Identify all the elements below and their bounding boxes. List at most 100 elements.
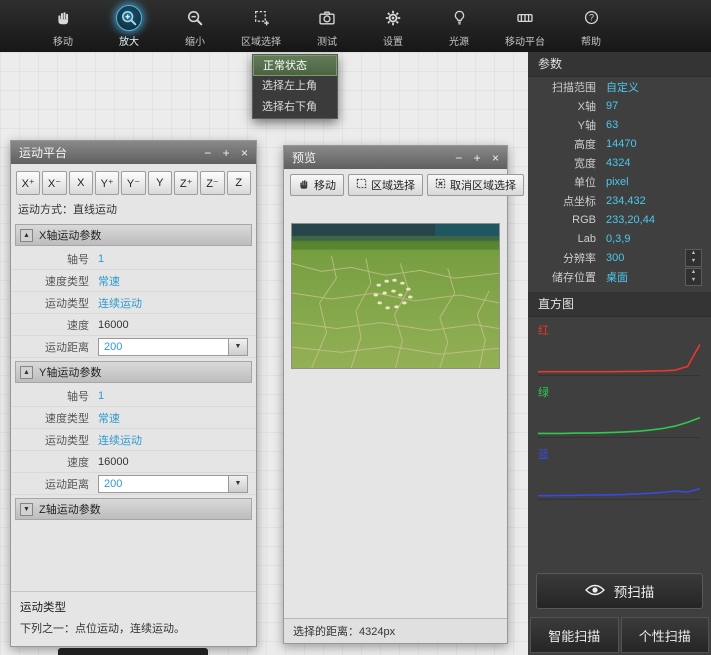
combo-value[interactable]: 200 [98,475,229,493]
z-button[interactable]: Z [227,171,251,195]
tool-moving-platform[interactable]: 移动平台 [492,5,558,48]
row-label: 轴号 [19,251,89,267]
x-axis-section-header[interactable]: ▲ X轴运动参数 [15,224,252,246]
x-motion-type-row: 运动类型 连续运动 [11,292,256,314]
preview-image[interactable] [291,223,500,369]
y-plus-button[interactable]: Y⁺ [95,171,119,195]
width-row: 宽度 4324 [528,153,711,172]
y-button[interactable]: Y [148,171,172,195]
svg-text:?: ? [588,12,593,22]
close-button[interactable]: × [241,146,248,160]
step-up-icon[interactable]: ▲ [686,269,701,277]
x-minus-button[interactable]: X⁻ [42,171,66,195]
tool-settings-label: 设置 [383,33,403,48]
tool-zoom-in-label: 放大 [119,33,139,48]
row-value: 自定义 [606,79,705,95]
tool-zoom-in[interactable]: 放大 [96,5,162,48]
z-minus-button[interactable]: Z⁻ [200,171,224,195]
x-speed-type-row: 速度类型 常速 [11,270,256,292]
z-axis-section-header[interactable]: ▼ Z轴运动参数 [15,498,252,520]
platform-icon [512,5,538,31]
row-label: 储存位置 [534,269,596,285]
green-histogram-plot [538,403,700,438]
tool-region-select-label: 区域选择 [241,33,281,48]
collapse-icon: ▲ [20,229,33,242]
step-down-icon[interactable]: ▼ [686,258,701,266]
menu-item-normal-state[interactable]: 正常状态 [253,55,337,76]
step-up-icon[interactable]: ▲ [686,250,701,258]
point-coord-row: 点坐标 234,432 [528,191,711,210]
chevron-down-icon[interactable]: ▼ [229,475,248,493]
resolution-row: 分辨率 300 ▲ ▼ [528,248,711,267]
row-value: 0,3,9 [606,233,705,245]
x-distance-combobox[interactable]: 200 ▼ [98,338,248,356]
background-window-edge [58,648,208,655]
x-button[interactable]: X [69,171,93,195]
menu-item-select-bottom-right[interactable]: 选择右下角 [253,97,337,118]
tool-light-source-label: 光源 [449,33,469,48]
lab-row: Lab 0,3,9 [528,229,711,248]
scan-range-row: 扫描范围 自定义 [528,77,711,96]
z-plus-button[interactable]: Z⁺ [174,171,198,195]
minimize-button[interactable]: − [204,146,211,160]
preview-move-button[interactable]: 移动 [290,174,344,196]
y-axis-section-title: Y轴运动参数 [39,364,101,380]
step-down-icon[interactable]: ▼ [686,277,701,285]
row-value: 14470 [606,138,705,150]
row-value: 4324 [606,157,705,169]
row-value: 63 [606,119,705,131]
smart-scan-button[interactable]: 智能扫描 [530,617,619,653]
x-plus-button[interactable]: X⁺ [16,171,40,195]
histogram-red-channel: 红 [528,317,711,379]
resolution-stepper[interactable]: ▲ ▼ [685,249,702,267]
minimize-button[interactable]: − [455,151,462,165]
prescan-area: 预扫描 [528,565,711,617]
chevron-down-icon[interactable]: ▼ [229,338,248,356]
tool-zoom-out-label: 缩小 [185,33,205,48]
tool-move[interactable]: 移动 [30,5,96,48]
eye-icon [585,583,605,600]
maximize-button[interactable]: + [474,151,481,165]
y-distance-row: 运动距离 200 ▼ [11,473,256,495]
region-select-icon [356,178,367,192]
row-value: 常速 [98,273,120,289]
tool-test[interactable]: 测试 [294,5,360,48]
tool-light-source[interactable]: 光源 [426,5,492,48]
row-label: 运动距离 [19,476,89,492]
tool-zoom-out[interactable]: 缩小 [162,5,228,48]
y-distance-combobox[interactable]: 200 ▼ [98,475,248,493]
custom-scan-button[interactable]: 个性扫描 [621,617,710,653]
preview-cancel-region-button[interactable]: 取消区域选择 [427,174,524,196]
y-axis-section-header[interactable]: ▲ Y轴运动参数 [15,361,252,383]
y-axis-row: Y轴 63 [528,115,711,134]
save-location-stepper[interactable]: ▲ ▼ [685,268,702,286]
preview-move-label: 移动 [314,177,336,193]
row-label: Y轴 [534,117,596,133]
menu-item-select-top-left[interactable]: 选择左上角 [253,76,337,97]
preview-panel-titlebar[interactable]: 预览 − + × [284,146,507,169]
zoom-out-icon [182,5,208,31]
y-motion-type-row: 运动类型 连续运动 [11,429,256,451]
tool-help[interactable]: ? 帮助 [558,5,624,48]
row-value: 连续运动 [98,432,142,448]
y-minus-button[interactable]: Y⁻ [121,171,145,195]
tool-region-select[interactable]: 区域选择 [228,5,294,48]
row-label: 运动类型 [19,432,89,448]
motion-type-description: 下列之一：点位运动，连续运动。 [20,620,247,636]
prescan-button[interactable]: 预扫描 [536,573,703,609]
maximize-button[interactable]: + [223,146,230,160]
motion-panel-titlebar[interactable]: 运动平台 − + × [11,141,256,164]
y-speed-row: 速度 16000 [11,451,256,473]
row-value: 233,20,44 [606,214,705,226]
region-select-icon [248,5,274,31]
row-label: 运动类型 [19,295,89,311]
tool-settings[interactable]: 设置 [360,5,426,48]
combo-value[interactable]: 200 [98,338,229,356]
row-value: 1 [98,253,104,265]
row-label: 分辨率 [534,250,596,266]
height-row: 高度 14470 [528,134,711,153]
preview-region-select-button[interactable]: 区域选择 [348,174,423,196]
x-distance-row: 运动距离 200 ▼ [11,336,256,358]
close-button[interactable]: × [492,151,499,165]
row-label: 速度 [19,454,89,470]
